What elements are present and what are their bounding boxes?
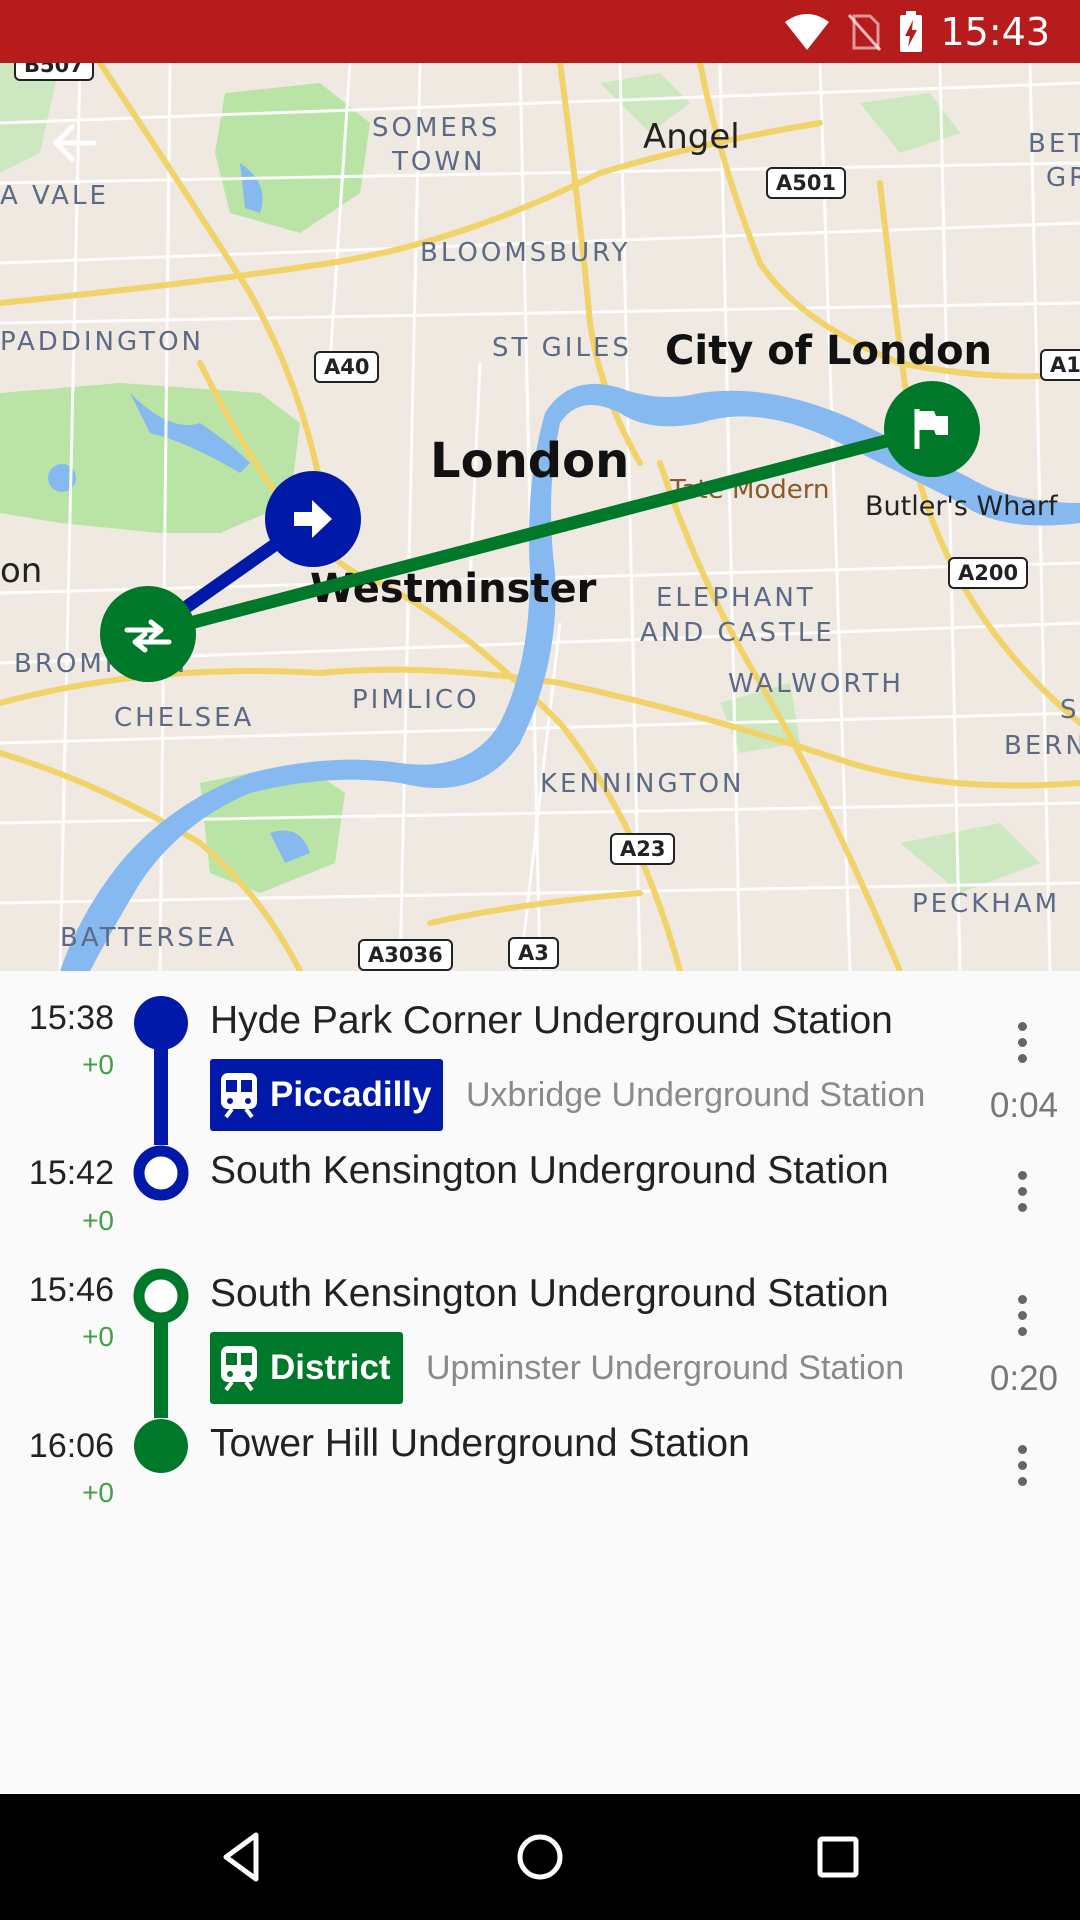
- map[interactable]: SOMERS TOWN Angel A VALE BLOOMSBURY PADD…: [0, 63, 1080, 971]
- flag-icon: [914, 409, 948, 449]
- departure-delay: +0: [82, 1049, 114, 1080]
- stop-name: South Kensington Underground Station: [210, 1149, 889, 1192]
- recents-nav-icon[interactable]: [808, 1827, 868, 1887]
- status-time: 15:43: [940, 9, 1050, 54]
- swap-arrows-icon: [124, 619, 172, 653]
- arrow-right-icon: [294, 500, 332, 538]
- more-options-icon[interactable]: [1002, 1285, 1042, 1345]
- status-bar: 15:43: [0, 0, 1080, 63]
- departure-marker[interactable]: [265, 471, 361, 567]
- line-name: Piccadilly: [270, 1075, 432, 1114]
- transfer-marker[interactable]: [100, 586, 196, 682]
- train-icon: [221, 1346, 257, 1392]
- trip-details: 15:38 +0 Hyde Park Corner Underground St…: [0, 971, 1080, 1794]
- more-options-icon[interactable]: [1002, 1012, 1042, 1072]
- status-icons: 15:43: [784, 0, 1050, 63]
- departure-time: 15:46: [28, 1271, 114, 1309]
- leg-duration: 0:20: [989, 1359, 1058, 1398]
- destination-marker[interactable]: [884, 381, 980, 477]
- departure-time: 15:38: [28, 999, 114, 1037]
- route-lines: [144, 422, 934, 641]
- route-district: [146, 422, 934, 641]
- arrival-delay: +0: [82, 1205, 114, 1236]
- wifi-icon: [785, 13, 830, 50]
- arrival-time: 15:42: [28, 1154, 114, 1192]
- leg-duration: 0:04: [989, 1086, 1058, 1125]
- train-icon: [221, 1073, 257, 1119]
- no-sim-icon: [848, 13, 882, 51]
- line-name: District: [270, 1348, 391, 1387]
- stop-name: Hyde Park Corner Underground Station: [210, 999, 893, 1042]
- line-badge-piccadilly[interactable]: Piccadilly: [210, 1059, 444, 1131]
- back-nav-icon[interactable]: [212, 1827, 272, 1887]
- battery-charging-icon: [900, 10, 923, 52]
- stop-name: South Kensington Underground Station: [210, 1272, 889, 1315]
- more-options-icon[interactable]: [1002, 1435, 1042, 1495]
- line-destination: Upminster Underground Station: [426, 1349, 905, 1387]
- more-options-icon[interactable]: [1002, 1161, 1042, 1221]
- arrival-delay: +0: [82, 1477, 114, 1508]
- arrival-time: 16:06: [28, 1427, 114, 1465]
- home-nav-icon[interactable]: [510, 1827, 570, 1887]
- line-destination: Uxbridge Underground Station: [466, 1076, 926, 1114]
- departure-delay: +0: [82, 1321, 114, 1352]
- stop-name: Tower Hill Underground Station: [210, 1422, 750, 1465]
- navigation-bar: [0, 1794, 1080, 1920]
- line-badge-district[interactable]: District: [210, 1332, 403, 1404]
